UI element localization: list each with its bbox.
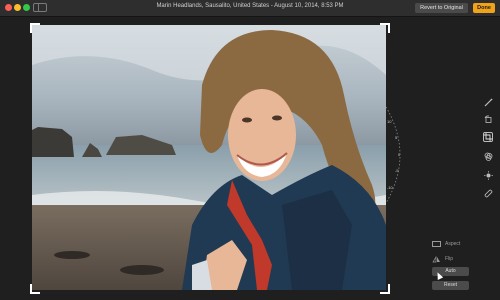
zoom-window-button[interactable] bbox=[23, 4, 30, 11]
flip-control[interactable]: Flip bbox=[432, 255, 453, 263]
photo-canvas[interactable] bbox=[32, 25, 386, 290]
done-button[interactable]: Done bbox=[473, 3, 495, 13]
dial-tick-label: -5 bbox=[395, 168, 399, 173]
retouch-icon[interactable] bbox=[483, 188, 493, 198]
dial-tick-label: 0 bbox=[398, 152, 401, 157]
crop-handle-bottom-right[interactable] bbox=[380, 284, 390, 294]
crop-handle-top-left[interactable] bbox=[30, 23, 40, 33]
dial-tick-label: -10 bbox=[387, 185, 393, 190]
aspect-label: Aspect bbox=[445, 241, 461, 247]
photo-image bbox=[32, 25, 386, 290]
minimize-window-button[interactable] bbox=[14, 4, 21, 11]
adjust-icon[interactable] bbox=[483, 170, 493, 180]
sidebar-toggle-icon[interactable] bbox=[33, 3, 47, 12]
magic-wand-icon[interactable] bbox=[483, 97, 493, 107]
reset-button[interactable]: Reset bbox=[432, 281, 469, 290]
crop-icon[interactable] bbox=[483, 132, 493, 142]
rotate-icon[interactable] bbox=[483, 114, 493, 124]
straighten-dial[interactable]: 10 5 0 -5 -10 bbox=[384, 105, 414, 205]
filters-icon[interactable] bbox=[483, 151, 493, 161]
window-title: Marin Headlands, Sausalito, United State… bbox=[156, 3, 344, 9]
crop-handle-top-right[interactable] bbox=[380, 23, 390, 33]
dial-tick-label: 5 bbox=[395, 135, 398, 140]
crop-handle-bottom-left[interactable] bbox=[30, 284, 40, 294]
revert-to-original-button[interactable]: Revert to Original bbox=[415, 3, 468, 13]
flip-label: Flip bbox=[445, 256, 454, 262]
dial-tick-label: 10 bbox=[387, 119, 392, 124]
aspect-control[interactable]: Aspect bbox=[432, 240, 460, 248]
title-bar: Marin Headlands, Sausalito, United State… bbox=[0, 0, 500, 17]
close-window-button[interactable] bbox=[5, 4, 12, 11]
flip-icon bbox=[432, 250, 441, 268]
aspect-icon bbox=[432, 241, 441, 247]
